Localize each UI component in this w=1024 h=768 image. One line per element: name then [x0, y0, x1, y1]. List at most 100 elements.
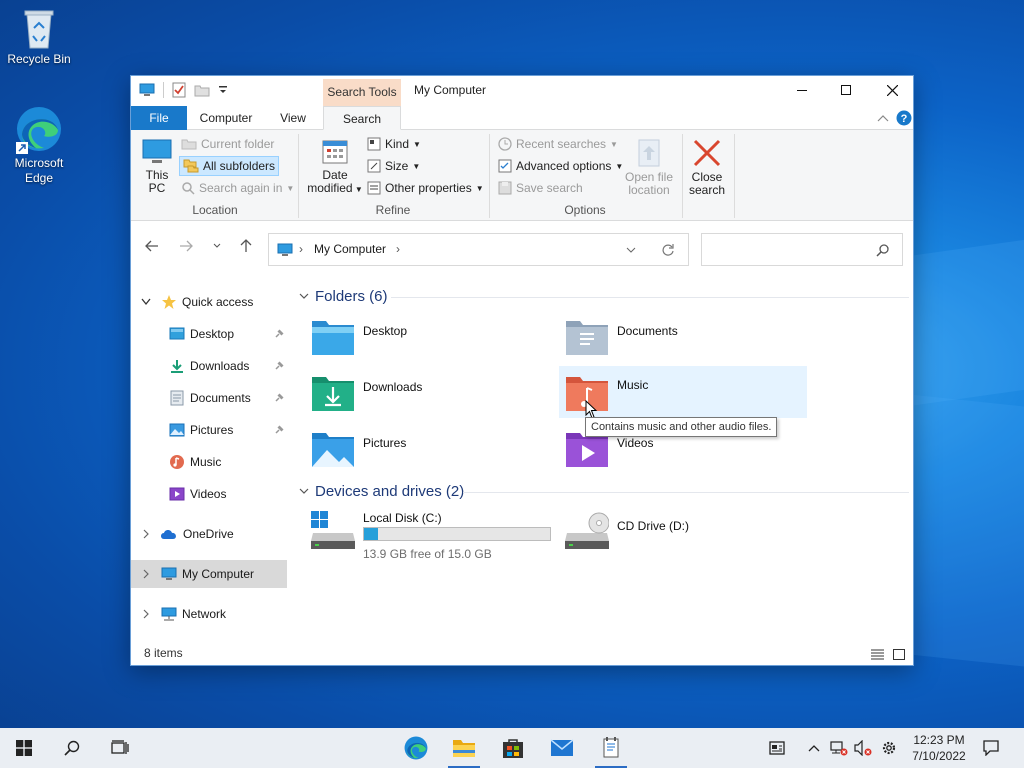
taskbar-edge[interactable]: [392, 728, 440, 768]
nav-desktop[interactable]: Desktop: [131, 320, 287, 348]
folder-tile-downloads[interactable]: Downloads: [311, 372, 561, 424]
volume-button[interactable]: [852, 728, 874, 768]
size-button[interactable]: Size ▼: [367, 159, 420, 173]
size-label: Size: [385, 159, 409, 173]
expand-chevron-icon[interactable]: [142, 569, 150, 579]
start-button[interactable]: [0, 728, 48, 768]
new-folder-icon[interactable]: [194, 84, 210, 97]
task-view-icon: [111, 740, 129, 754]
desktop-folder-icon: [312, 321, 354, 355]
drive-usage-fill: [364, 528, 378, 540]
nav-my-computer[interactable]: My Computer: [131, 560, 287, 588]
nav-videos[interactable]: Videos: [131, 480, 287, 508]
this-pc-button[interactable]: This PC: [141, 138, 173, 195]
clock-time: 12:23 PM: [913, 733, 965, 747]
all-subfolders-label: All subfolders: [203, 159, 276, 173]
recent-locations-button[interactable]: [206, 235, 228, 257]
settings-button[interactable]: [878, 728, 900, 768]
folder-tile-desktop[interactable]: Desktop: [311, 316, 561, 368]
drives-group-header[interactable]: Devices and drives (2): [299, 483, 464, 500]
kind-button[interactable]: Kind ▼: [367, 137, 421, 151]
folder-name: Videos: [617, 436, 654, 450]
drives-group-title: Devices and drives (2): [315, 483, 465, 500]
nav-documents[interactable]: Documents: [131, 384, 287, 412]
up-arrow-icon: [240, 239, 252, 252]
expand-chevron-icon[interactable]: [142, 609, 150, 619]
help-icon[interactable]: ?: [896, 110, 912, 126]
current-folder-button[interactable]: Current folder: [181, 137, 274, 151]
folder-tile-music[interactable]: Music: [559, 366, 807, 419]
expand-chevron-icon[interactable]: [142, 529, 150, 539]
location-group-label: Location: [192, 203, 238, 217]
search-button[interactable]: [48, 728, 96, 768]
recent-searches-button[interactable]: Recent searches ▼: [498, 137, 618, 151]
show-hidden-icons-button[interactable]: [804, 728, 824, 768]
nav-network[interactable]: Network: [131, 600, 287, 628]
details-view-icon[interactable]: [871, 649, 884, 660]
breadcrumb[interactable]: My Computer: [314, 242, 386, 256]
search-again-in-button[interactable]: Search again in ▼: [181, 181, 294, 195]
close-search-button[interactable]: Close search: [685, 138, 729, 197]
up-button[interactable]: [235, 235, 257, 257]
other-properties-button[interactable]: Other properties ▼: [367, 181, 484, 195]
maximize-button[interactable]: [823, 76, 869, 104]
chevron-down-icon[interactable]: [626, 247, 636, 253]
nav-music[interactable]: Music: [131, 448, 287, 476]
date-modified-label-2: modified: [307, 181, 353, 195]
taskbar-notepad-app[interactable]: [587, 728, 635, 768]
tab-view[interactable]: View: [267, 106, 319, 130]
status-bar: 8 items: [131, 643, 913, 665]
folder-tile-documents[interactable]: Documents: [565, 316, 815, 368]
drive-tile-cd-drive[interactable]: CD Drive (D:): [565, 509, 815, 561]
tab-file[interactable]: File: [131, 106, 187, 130]
nav-quick-access[interactable]: Quick access: [131, 288, 287, 316]
nav-onedrive[interactable]: OneDrive: [131, 520, 287, 548]
taskbar-mail[interactable]: [538, 728, 586, 768]
folders-group-header[interactable]: Folders (6): [299, 288, 388, 305]
task-view-button[interactable]: [96, 728, 144, 768]
customize-toolbar-icon[interactable]: [218, 85, 228, 95]
search-input[interactable]: [708, 240, 868, 260]
minimize-button[interactable]: [779, 76, 825, 104]
computer-icon: [161, 567, 177, 580]
nav-pictures[interactable]: Pictures: [131, 416, 287, 444]
desktop-icon-recycle-bin[interactable]: Recycle Bin: [0, 6, 78, 67]
taskbar-file-explorer[interactable]: [440, 728, 488, 768]
close-window-button[interactable]: [869, 76, 915, 104]
drive-tile-local-disk[interactable]: Local Disk (C:) 13.9 GB free of 15.0 GB: [311, 509, 561, 561]
edge-icon: [16, 107, 61, 154]
taskbar-store[interactable]: [489, 728, 537, 768]
desktop-icon-edge[interactable]: Microsoft Edge: [0, 104, 78, 186]
notifications-button[interactable]: [978, 728, 1004, 768]
back-button[interactable]: [141, 235, 163, 257]
search-again-in-label: Search again in: [199, 181, 283, 195]
nav-downloads[interactable]: Downloads: [131, 352, 287, 380]
properties-icon[interactable]: [172, 82, 186, 98]
expand-chevron-icon[interactable]: [141, 298, 151, 306]
tab-search[interactable]: Search: [323, 106, 401, 130]
address-bar[interactable]: › My Computer ›: [268, 233, 689, 266]
search-box[interactable]: [701, 233, 903, 266]
tab-computer[interactable]: Computer: [195, 106, 257, 130]
forward-button[interactable]: [175, 235, 197, 257]
search-icon[interactable]: [876, 244, 889, 257]
news-widget-button[interactable]: [764, 728, 790, 768]
date-modified-button[interactable]: Date modified ▼: [307, 138, 363, 196]
folder-tile-pictures[interactable]: Pictures: [311, 428, 561, 480]
advanced-options-button[interactable]: Advanced options ▼: [498, 159, 623, 173]
refresh-icon[interactable]: [661, 243, 675, 257]
folder-name: Downloads: [363, 380, 423, 394]
kind-icon: [367, 137, 381, 151]
close-icon: [886, 84, 898, 96]
all-subfolders-button[interactable]: All subfolders: [179, 156, 280, 176]
large-icons-view-icon[interactable]: [893, 649, 905, 660]
chevron-down-icon: [299, 488, 309, 494]
open-file-location-button[interactable]: Open file location: [621, 138, 677, 197]
chevron-up-icon: [808, 745, 820, 752]
refine-group-label: Refine: [375, 203, 411, 217]
save-search-button[interactable]: Save search: [498, 181, 583, 195]
clock[interactable]: 12:23 PM 7/10/2022: [900, 732, 978, 764]
nav-label: Pictures: [190, 423, 234, 437]
collapse-ribbon-icon[interactable]: [877, 114, 889, 122]
network-status-button[interactable]: [828, 728, 850, 768]
